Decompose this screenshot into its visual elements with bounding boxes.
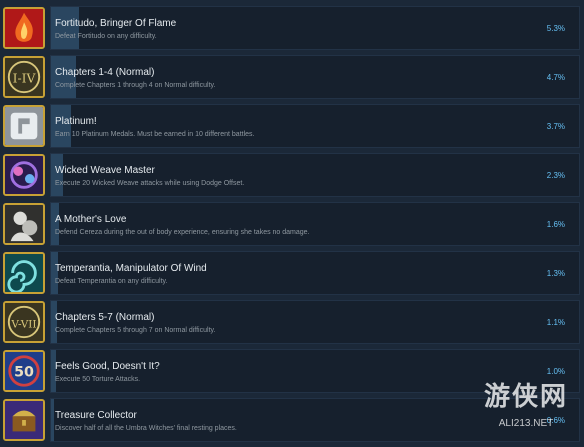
achievement-title: A Mother's Love <box>55 214 127 225</box>
achievement-row[interactable]: A Mother's Love Defend Cereza during the … <box>0 202 584 246</box>
achievement-description: Complete Chapters 5 through 7 on Normal … <box>55 327 216 334</box>
achievement-panel: Temperantia, Manipulator Of Wind Defeat T… <box>50 251 580 295</box>
achievement-description: Earn 10 Platinum Medals. Must be earned … <box>55 131 255 138</box>
watermark-text: 游侠网 <box>483 382 568 412</box>
achievement-panel: Fortitudo, Bringer Of Flame Defeat Fortit… <box>50 6 580 50</box>
watermark-logo: 游侠网 ALI213.NET <box>474 366 578 442</box>
mother-child-icon <box>3 203 45 245</box>
achievement-title: Wicked Weave Master <box>55 165 155 176</box>
achievement-panel: A Mother's Love Defend Cereza during the … <box>50 202 580 246</box>
achievement-description: Defend Cereza during the out of body exp… <box>55 229 310 236</box>
achievement-title: Chapters 1-4 (Normal) <box>55 67 155 78</box>
flame-icon <box>3 7 45 49</box>
achievement-description: Complete Chapters 1 through 4 on Normal … <box>55 82 216 89</box>
unlock-percent: 1.3% <box>546 269 565 278</box>
roman-numeral-i-iv-icon: I-IV <box>3 56 45 98</box>
achievement-title: Chapters 5-7 (Normal) <box>55 312 155 323</box>
treasure-chest-icon <box>3 399 45 441</box>
unlock-progress-bar <box>51 399 55 441</box>
unlock-percent: 5.3% <box>546 24 565 33</box>
achievement-title: Temperantia, Manipulator Of Wind <box>55 263 207 274</box>
achievement-description: Defeat Fortitudo on any difficulty. <box>55 33 157 40</box>
achievement-title: Platinum! <box>55 116 97 127</box>
svg-text:50: 50 <box>14 365 34 381</box>
achievement-panel: Wicked Weave Master Execute 20 Wicked Wea… <box>50 153 580 197</box>
torture-50-icon: 50 <box>3 350 45 392</box>
watermark-url: ALI213.NET <box>498 418 554 429</box>
roman-numeral-v-vii-icon: V-VII <box>3 301 45 343</box>
achievement-row[interactable]: V-VII Chapters 5-7 (Normal) Complete Chapt… <box>0 300 584 344</box>
platinum-medal-icon <box>3 105 45 147</box>
svg-text:I-IV: I-IV <box>13 72 37 86</box>
wind-swirl-icon <box>3 252 45 294</box>
achievement-row[interactable]: I-IV Chapters 1-4 (Normal) Complete Chapte… <box>0 55 584 99</box>
unlock-percent: 3.7% <box>546 122 565 131</box>
achievement-panel: Chapters 1-4 (Normal) Complete Chapters 1… <box>50 55 580 99</box>
achievement-title: Feels Good, Doesn't It? <box>55 361 160 372</box>
unlock-percent: 4.7% <box>546 73 565 82</box>
achievement-panel: Platinum! Earn 10 Platinum Medals. Must b… <box>50 104 580 148</box>
achievement-description: Discover half of all the Umbra Witches' … <box>55 425 237 432</box>
achievement-title: Fortitudo, Bringer Of Flame <box>55 18 177 29</box>
achievement-row[interactable]: Wicked Weave Master Execute 20 Wicked Wea… <box>0 153 584 197</box>
achievement-row[interactable]: Fortitudo, Bringer Of Flame Defeat Fortit… <box>0 6 584 50</box>
unlock-percent: 1.6% <box>546 220 565 229</box>
unlock-percent: 1.1% <box>546 318 565 327</box>
svg-text:V-VII: V-VII <box>10 319 36 331</box>
achievement-title: Treasure Collector <box>55 410 137 421</box>
achievement-row[interactable]: Temperantia, Manipulator Of Wind Defeat T… <box>0 251 584 295</box>
unlock-percent: 2.3% <box>546 171 565 180</box>
wicked-weave-icon <box>3 154 45 196</box>
achievement-description: Defeat Temperantia on any difficulty. <box>55 278 168 285</box>
achievement-panel: Chapters 5-7 (Normal) Complete Chapters 5… <box>50 300 580 344</box>
achievement-description: Execute 20 Wicked Weave attacks while us… <box>55 180 245 187</box>
achievement-description: Execute 50 Torture Attacks. <box>55 376 141 383</box>
achievement-row[interactable]: Platinum! Earn 10 Platinum Medals. Must b… <box>0 104 584 148</box>
